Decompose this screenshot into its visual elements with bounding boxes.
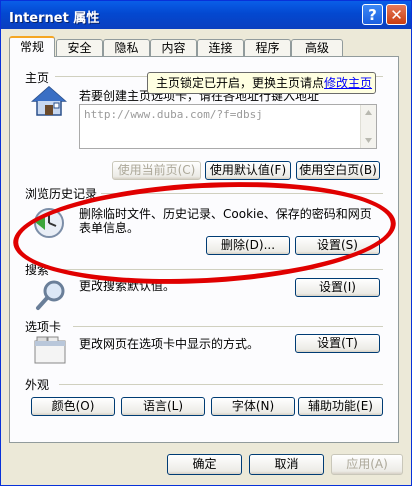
tab-privacy[interactable]: 隐私 (103, 39, 150, 56)
ok-button[interactable]: 确定 (167, 454, 242, 475)
help-button[interactable]: ? (362, 4, 383, 25)
tooltip-text: 主页锁定已开启，更换主页请点 (156, 76, 325, 90)
appearance-separator (59, 384, 383, 385)
cancel-button[interactable]: 取消 (249, 454, 324, 475)
home-section-label: 主页 (25, 71, 50, 85)
url-scrollbar[interactable] (360, 105, 376, 148)
accessibility-button[interactable]: 辅助功能(E) (298, 397, 383, 416)
tabbed-window-icon (33, 335, 67, 365)
fonts-button[interactable]: 字体(N) (211, 397, 295, 416)
search-settings-button[interactable]: 设置(I) (295, 278, 380, 297)
close-button[interactable]: ✕ (386, 4, 407, 25)
apply-button[interactable]: 应用(A) (331, 454, 403, 475)
tab-advanced[interactable]: 高级 (291, 39, 343, 56)
tab-security[interactable]: 安全 (56, 39, 103, 56)
house-icon (31, 85, 67, 117)
tab-connections[interactable]: 连接 (197, 39, 244, 56)
use-blank-button[interactable]: 使用空白页(B) (296, 161, 380, 180)
internet-properties-window: Internet 属性 ? ✕ 常规 安全 隐私 内容 连接 程序 高级 主页 … (0, 0, 412, 486)
languages-button[interactable]: 语言(L) (121, 397, 205, 416)
magnifier-icon (35, 279, 67, 311)
tabs-section-label: 选项卡 (25, 320, 62, 334)
window-title: Internet 属性 (9, 11, 100, 26)
scroll-arrows-icon (365, 110, 372, 143)
home-url-value: http://www.duba.com/?f=dbsj (84, 108, 263, 121)
title-bar[interactable]: Internet 属性 ? ✕ (1, 1, 411, 29)
tabs-separator (73, 326, 383, 327)
modify-homepage-link[interactable]: 修改主页 (324, 76, 372, 90)
tabs-description: 更改网页在选项卡中显示的方式。 (79, 337, 260, 351)
tabs-settings-button[interactable]: 设置(T) (295, 334, 380, 353)
colors-button[interactable]: 颜色(O) (31, 397, 115, 416)
use-current-button[interactable]: 使用当前页(C) (112, 161, 201, 180)
tab-general[interactable]: 常规 (9, 36, 55, 57)
tab-programs[interactable]: 程序 (244, 39, 291, 56)
tab-content[interactable]: 内容 (150, 39, 197, 56)
use-default-button[interactable]: 使用默认值(F) (205, 161, 291, 180)
home-url-textarea[interactable]: http://www.duba.com/?f=dbsj (79, 104, 377, 149)
appearance-section-label: 外观 (25, 378, 50, 392)
homepage-lock-tooltip: 主页锁定已开启，更换主页请点修改主页 (147, 72, 376, 94)
